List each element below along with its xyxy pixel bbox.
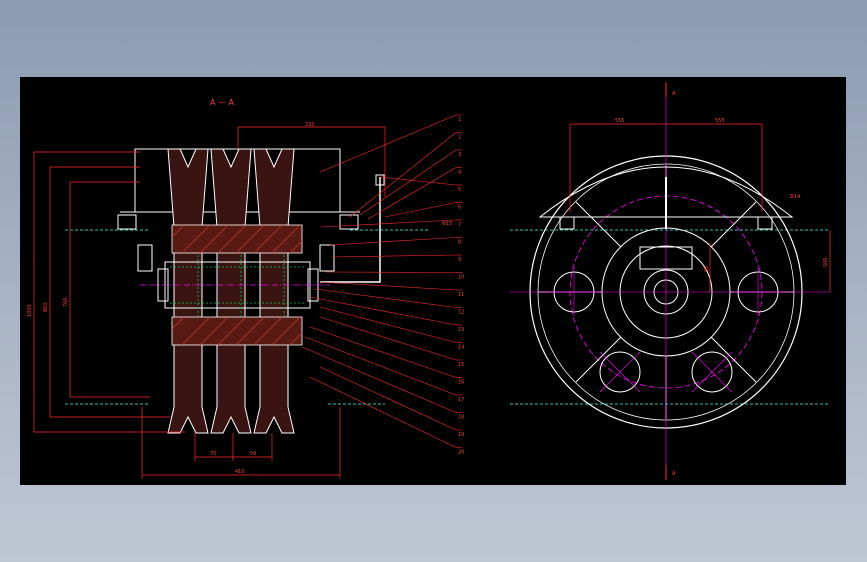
dim-height-outer: 1000: [27, 304, 33, 317]
end-bracket-left: [559, 216, 575, 230]
callout-number: 3: [458, 152, 461, 158]
callout-number: 6: [458, 205, 461, 211]
section-marker-bottom: A: [672, 471, 676, 477]
dim-bottom-width: 410: [235, 469, 245, 475]
section-label: A — A: [210, 98, 235, 107]
end-dimension-lines: [569, 123, 831, 292]
pulley-1: [167, 148, 209, 434]
section-view: A — A 330 410 75 50 1000 860 700 1234567…: [27, 98, 464, 479]
dim-right-vertical: 500: [823, 257, 829, 267]
callout-leader: [301, 346, 457, 413]
dim-right-small: 95: [704, 266, 710, 272]
dim-pitch-1: 75: [210, 451, 216, 457]
callout-number: 11: [458, 292, 464, 298]
callout-leader: [384, 202, 457, 218]
callout-leader: [331, 254, 457, 258]
callout-number: 4: [458, 170, 461, 176]
callout-leader: [319, 366, 457, 431]
cad-drawing: A — A 330 410 75 50 1000 860 700 1234567…: [27, 82, 831, 480]
side-block-right: [319, 244, 335, 272]
dim-right-radius-left: 555: [615, 118, 625, 124]
callout-number: 16: [458, 380, 464, 386]
callout-number: 10: [458, 275, 464, 281]
dim-pitch-2: 50: [250, 451, 256, 457]
callout-leader: [309, 326, 457, 378]
callout-leader: [309, 376, 457, 448]
callout-number: 14: [458, 345, 464, 351]
callout-number: 1: [458, 117, 461, 123]
end-view: A A 555 555 500 95 Φ14: [510, 82, 831, 480]
callout-number: 9: [458, 257, 461, 263]
pulley-2: [210, 148, 252, 434]
callout-leader: [314, 288, 457, 308]
callout-leader: [349, 132, 457, 218]
callout-number: 2: [458, 135, 461, 141]
dimension-lines: [33, 126, 386, 479]
callout-number: 20: [458, 450, 464, 456]
callout-leader: [319, 316, 457, 361]
callout-leader: [319, 114, 457, 173]
callout-leader: [304, 336, 457, 396]
callout-note-right: Φ14: [790, 194, 800, 200]
callout-number: 15: [458, 362, 464, 368]
side-block-left: [137, 244, 153, 272]
callout-number: 8: [458, 240, 461, 246]
dim-right-radius-right: 555: [715, 118, 725, 124]
callout-number: 7: [458, 222, 461, 228]
pulley-3: [253, 148, 295, 434]
bracket-right: [339, 214, 359, 230]
end-bracket-right: [757, 216, 773, 230]
section-marker-top: A: [672, 91, 676, 97]
callout-number: 17: [458, 397, 464, 403]
dim-height-inner: 700: [63, 297, 69, 307]
dim-height-mid: 860: [43, 302, 49, 312]
dim-top-width: 330: [305, 122, 315, 128]
callout-leader: [329, 237, 457, 246]
cad-drawing-canvas: A — A 330 410 75 50 1000 860 700 1 2 3 4…: [20, 77, 846, 485]
bracket-left: [117, 214, 137, 230]
callout-number: 19: [458, 432, 464, 438]
callout-number: 18: [458, 415, 464, 421]
callout-number: 5: [458, 187, 461, 193]
callout-leader: [324, 271, 457, 273]
callout-number: 12: [458, 310, 464, 316]
pulley-group: [167, 148, 295, 434]
callout-note-left: Φ15: [442, 221, 452, 227]
callout-leader: [319, 306, 457, 343]
callout-number: 13: [458, 327, 464, 333]
callout-leader: [319, 281, 457, 291]
